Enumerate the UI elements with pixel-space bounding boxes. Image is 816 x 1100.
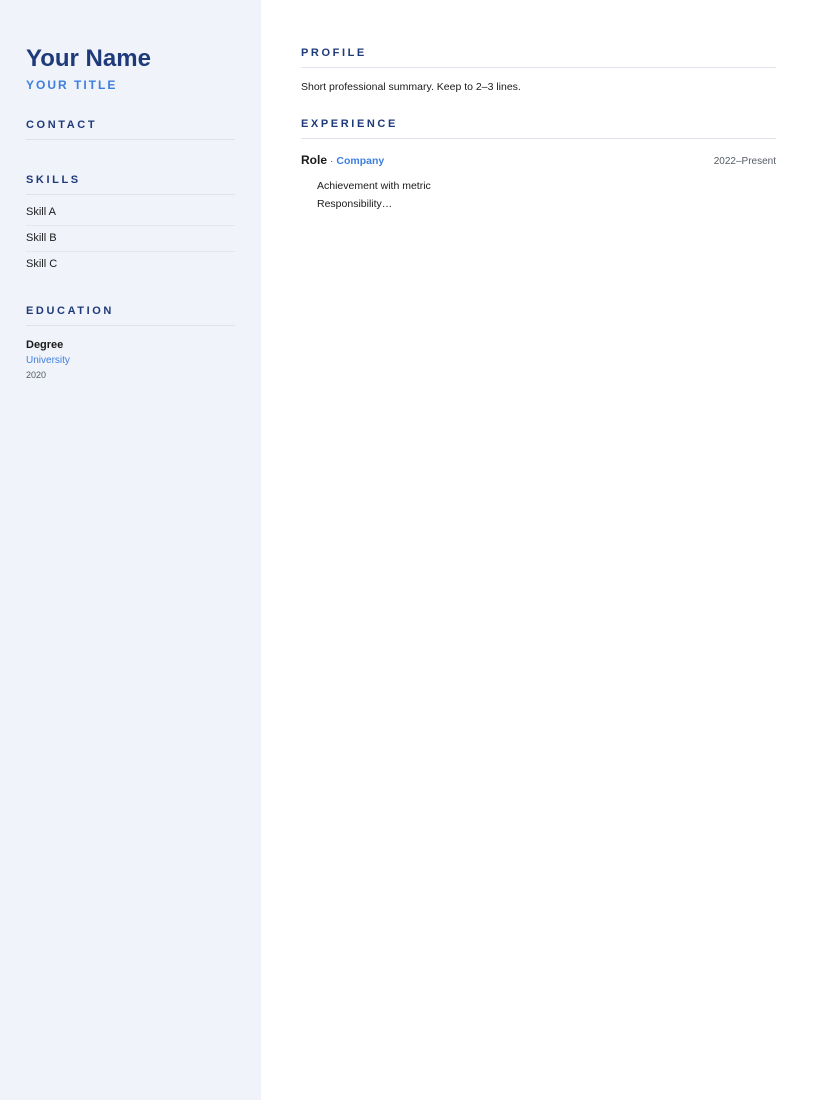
education-year: 2020 [26,370,47,380]
job-company: Company [336,155,385,167]
profile-summary: Short professional summary. Keep to 2–3 … [301,81,521,93]
education-heading: EDUCATION [26,305,235,326]
skill-item: Skill C [26,258,58,270]
skill-item: Skill B [26,231,235,252]
main-content: PROFILE Short professional summary. Keep… [261,0,816,1100]
job-bullet: Responsibility… [317,198,393,210]
education-school: University [26,355,70,366]
job-role-company: Role · Company [301,151,384,169]
contact-heading: CONTACT [26,119,235,140]
job-bullet: Achievement with metric [317,180,431,192]
education-degree: Degree [26,339,64,351]
skills-heading: SKILLS [26,174,235,195]
job-bullets: Achievement with metric Responsibility… [301,177,776,213]
sidebar: Your Name YOUR TITLE CONTACT SKILLS Skil… [0,0,261,1100]
experience-heading: EXPERIENCE [301,118,776,139]
profile-heading: PROFILE [301,47,776,68]
person-name: Your Name [26,45,151,72]
person-title: YOUR TITLE [26,78,118,92]
job-dates: 2022–Present [713,156,776,167]
resume-page: Your Name YOUR TITLE CONTACT SKILLS Skil… [0,0,816,1100]
job-header: Role · Company 2022–Present [301,151,776,169]
skill-item: Skill A [26,205,235,226]
job-role: Role [301,153,328,167]
skill-list: Skill A Skill B Skill C [26,205,235,277]
job-entry: Role · Company 2022–Present Achievement wi… [301,151,776,213]
job-separator: · [330,156,334,167]
